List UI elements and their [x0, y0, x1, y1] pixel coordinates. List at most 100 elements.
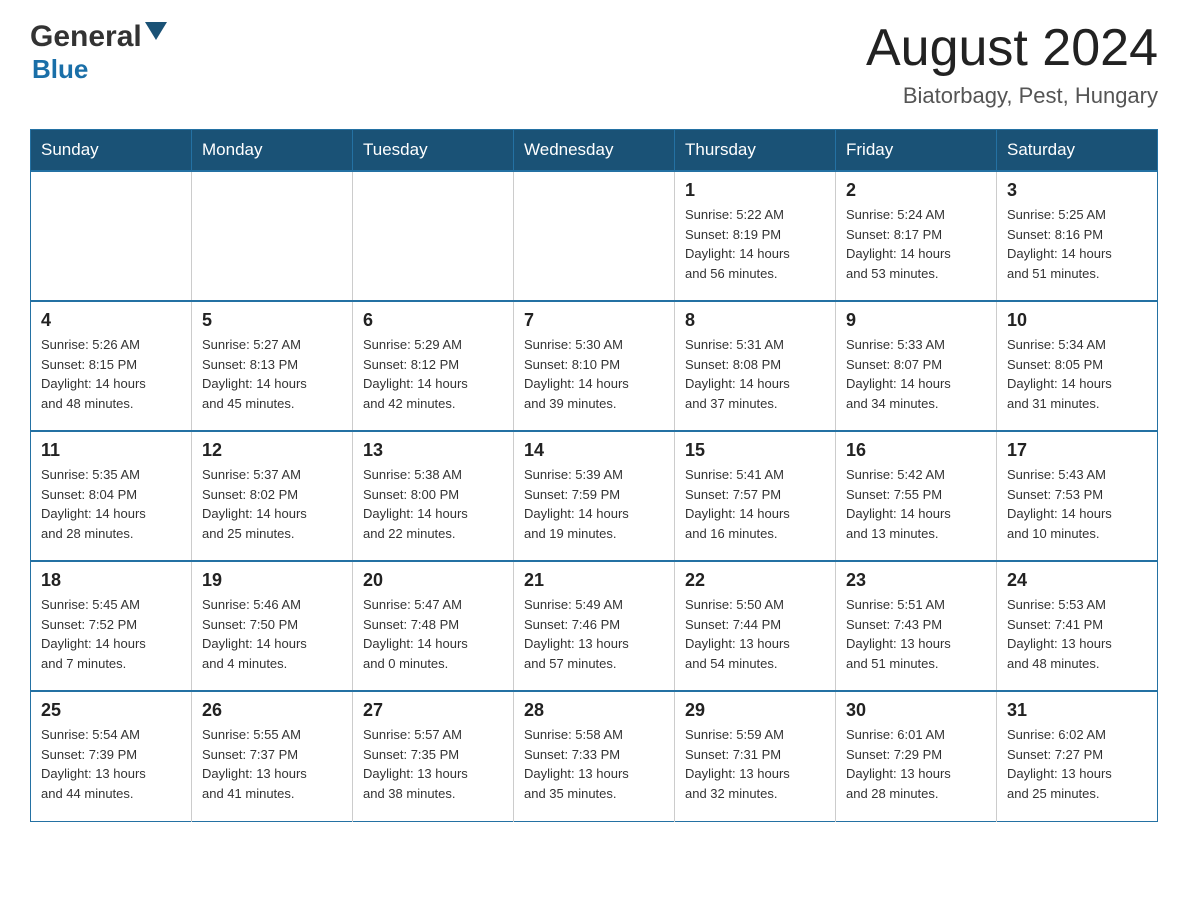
day-info: Sunrise: 5:37 AM Sunset: 8:02 PM Dayligh…: [202, 465, 342, 543]
day-number: 31: [1007, 700, 1147, 721]
day-number: 10: [1007, 310, 1147, 331]
day-info: Sunrise: 5:39 AM Sunset: 7:59 PM Dayligh…: [524, 465, 664, 543]
day-info: Sunrise: 6:02 AM Sunset: 7:27 PM Dayligh…: [1007, 725, 1147, 803]
calendar-cell-4-6: 31 Sunrise: 6:02 AM Sunset: 7:27 PM Dayli…: [997, 691, 1158, 821]
calendar-cell-0-2: [353, 171, 514, 301]
day-number: 5: [202, 310, 342, 331]
title-block: August 2024 Biatorbagy, Pest, Hungary: [866, 20, 1158, 109]
day-number: 12: [202, 440, 342, 461]
calendar-cell-3-3: 21 Sunrise: 5:49 AM Sunset: 7:46 PM Dayli…: [514, 561, 675, 691]
day-info: Sunrise: 5:34 AM Sunset: 8:05 PM Dayligh…: [1007, 335, 1147, 413]
calendar-cell-1-0: 4 Sunrise: 5:26 AM Sunset: 8:15 PM Daylig…: [31, 301, 192, 431]
calendar-cell-1-1: 5Sunrise: 5:27 AM Sunset: 8:13 PM Daylig…: [192, 301, 353, 431]
day-number: 21: [524, 570, 664, 591]
day-info: Sunrise: 5:50 AM Sunset: 7:44 PM Dayligh…: [685, 595, 825, 673]
day-number: 8: [685, 310, 825, 331]
calendar-cell-1-6: 10 Sunrise: 5:34 AM Sunset: 8:05 PM Dayli…: [997, 301, 1158, 431]
day-number: 9: [846, 310, 986, 331]
logo-blue-text: Blue: [32, 54, 88, 84]
header-sunday: Sunday: [31, 130, 192, 172]
day-info: Sunrise: 5:42 AM Sunset: 7:55 PM Dayligh…: [846, 465, 986, 543]
day-info: Sunrise: 5:57 AM Sunset: 7:35 PM Dayligh…: [363, 725, 503, 803]
day-info: Sunrise: 5:43 AM Sunset: 7:53 PM Dayligh…: [1007, 465, 1147, 543]
day-number: 7: [524, 310, 664, 331]
calendar-cell-1-2: 6Sunrise: 5:29 AM Sunset: 8:12 PM Daylig…: [353, 301, 514, 431]
calendar-week-4: 18 Sunrise: 5:45 AM Sunset: 7:52 PM Dayli…: [31, 561, 1158, 691]
day-info: Sunrise: 5:55 AM Sunset: 7:37 PM Dayligh…: [202, 725, 342, 803]
header-monday: Monday: [192, 130, 353, 172]
day-info: Sunrise: 5:49 AM Sunset: 7:46 PM Dayligh…: [524, 595, 664, 673]
page-header: General Blue August 2024 Biatorbagy, Pes…: [30, 20, 1158, 109]
header-friday: Friday: [836, 130, 997, 172]
day-info: Sunrise: 5:46 AM Sunset: 7:50 PM Dayligh…: [202, 595, 342, 673]
header-saturday: Saturday: [997, 130, 1158, 172]
page-subtitle: Biatorbagy, Pest, Hungary: [866, 83, 1158, 109]
day-info: Sunrise: 5:31 AM Sunset: 8:08 PM Dayligh…: [685, 335, 825, 413]
day-info: Sunrise: 5:35 AM Sunset: 8:04 PM Dayligh…: [41, 465, 181, 543]
day-number: 3: [1007, 180, 1147, 201]
calendar-cell-2-3: 14 Sunrise: 5:39 AM Sunset: 7:59 PM Dayli…: [514, 431, 675, 561]
day-number: 19: [202, 570, 342, 591]
day-number: 17: [1007, 440, 1147, 461]
calendar-cell-4-3: 28 Sunrise: 5:58 AM Sunset: 7:33 PM Dayli…: [514, 691, 675, 821]
header-tuesday: Tuesday: [353, 130, 514, 172]
day-number: 26: [202, 700, 342, 721]
day-number: 11: [41, 440, 181, 461]
calendar-cell-4-5: 30Sunrise: 6:01 AM Sunset: 7:29 PM Dayli…: [836, 691, 997, 821]
calendar-cell-3-0: 18 Sunrise: 5:45 AM Sunset: 7:52 PM Dayli…: [31, 561, 192, 691]
day-number: 14: [524, 440, 664, 461]
calendar-week-1: 1 Sunrise: 5:22 AM Sunset: 8:19 PM Daylig…: [31, 171, 1158, 301]
day-number: 23: [846, 570, 986, 591]
day-number: 2: [846, 180, 986, 201]
calendar-cell-3-6: 24 Sunrise: 5:53 AM Sunset: 7:41 PM Dayli…: [997, 561, 1158, 691]
day-info: Sunrise: 5:30 AM Sunset: 8:10 PM Dayligh…: [524, 335, 664, 413]
calendar-cell-2-1: 12 Sunrise: 5:37 AM Sunset: 8:02 PM Dayli…: [192, 431, 353, 561]
calendar-cell-4-4: 29 Sunrise: 5:59 AM Sunset: 7:31 PM Dayli…: [675, 691, 836, 821]
day-info: Sunrise: 5:59 AM Sunset: 7:31 PM Dayligh…: [685, 725, 825, 803]
day-info: Sunrise: 5:45 AM Sunset: 7:52 PM Dayligh…: [41, 595, 181, 673]
calendar-cell-2-4: 15 Sunrise: 5:41 AM Sunset: 7:57 PM Dayli…: [675, 431, 836, 561]
day-number: 6: [363, 310, 503, 331]
day-number: 4: [41, 310, 181, 331]
calendar-cell-0-5: 2 Sunrise: 5:24 AM Sunset: 8:17 PM Daylig…: [836, 171, 997, 301]
day-number: 30: [846, 700, 986, 721]
day-info: Sunrise: 5:53 AM Sunset: 7:41 PM Dayligh…: [1007, 595, 1147, 673]
day-info: Sunrise: 5:25 AM Sunset: 8:16 PM Dayligh…: [1007, 205, 1147, 283]
day-number: 1: [685, 180, 825, 201]
calendar-cell-4-2: 27 Sunrise: 5:57 AM Sunset: 7:35 PM Dayli…: [353, 691, 514, 821]
day-info: Sunrise: 5:38 AM Sunset: 8:00 PM Dayligh…: [363, 465, 503, 543]
calendar-cell-0-6: 3 Sunrise: 5:25 AM Sunset: 8:16 PM Daylig…: [997, 171, 1158, 301]
calendar-cell-0-3: [514, 171, 675, 301]
calendar-cell-0-0: [31, 171, 192, 301]
day-info: Sunrise: 5:54 AM Sunset: 7:39 PM Dayligh…: [41, 725, 181, 803]
day-number: 22: [685, 570, 825, 591]
day-info: Sunrise: 5:58 AM Sunset: 7:33 PM Dayligh…: [524, 725, 664, 803]
header-thursday: Thursday: [675, 130, 836, 172]
day-info: Sunrise: 5:41 AM Sunset: 7:57 PM Dayligh…: [685, 465, 825, 543]
calendar-cell-1-4: 8 Sunrise: 5:31 AM Sunset: 8:08 PM Daylig…: [675, 301, 836, 431]
page-title: August 2024: [866, 20, 1158, 77]
calendar-cell-2-6: 17 Sunrise: 5:43 AM Sunset: 7:53 PM Dayli…: [997, 431, 1158, 561]
calendar-cell-1-5: 9Sunrise: 5:33 AM Sunset: 8:07 PM Daylig…: [836, 301, 997, 431]
logo-general-text: General: [30, 20, 142, 54]
day-number: 15: [685, 440, 825, 461]
day-number: 24: [1007, 570, 1147, 591]
calendar-week-5: 25Sunrise: 5:54 AM Sunset: 7:39 PM Dayli…: [31, 691, 1158, 821]
calendar-cell-3-1: 19 Sunrise: 5:46 AM Sunset: 7:50 PM Dayli…: [192, 561, 353, 691]
day-number: 29: [685, 700, 825, 721]
day-info: Sunrise: 5:24 AM Sunset: 8:17 PM Dayligh…: [846, 205, 986, 283]
day-number: 27: [363, 700, 503, 721]
day-number: 18: [41, 570, 181, 591]
day-info: Sunrise: 5:26 AM Sunset: 8:15 PM Dayligh…: [41, 335, 181, 413]
logo-arrow-icon: [145, 18, 167, 52]
calendar-week-3: 11 Sunrise: 5:35 AM Sunset: 8:04 PM Dayli…: [31, 431, 1158, 561]
calendar-cell-3-2: 20Sunrise: 5:47 AM Sunset: 7:48 PM Dayli…: [353, 561, 514, 691]
calendar-cell-4-0: 25Sunrise: 5:54 AM Sunset: 7:39 PM Dayli…: [31, 691, 192, 821]
day-info: Sunrise: 5:22 AM Sunset: 8:19 PM Dayligh…: [685, 205, 825, 283]
day-info: Sunrise: 5:51 AM Sunset: 7:43 PM Dayligh…: [846, 595, 986, 673]
calendar-cell-2-0: 11 Sunrise: 5:35 AM Sunset: 8:04 PM Dayli…: [31, 431, 192, 561]
logo: General Blue: [30, 20, 167, 85]
calendar-cell-2-2: 13Sunrise: 5:38 AM Sunset: 8:00 PM Dayli…: [353, 431, 514, 561]
day-number: 28: [524, 700, 664, 721]
calendar-cell-0-4: 1 Sunrise: 5:22 AM Sunset: 8:19 PM Daylig…: [675, 171, 836, 301]
